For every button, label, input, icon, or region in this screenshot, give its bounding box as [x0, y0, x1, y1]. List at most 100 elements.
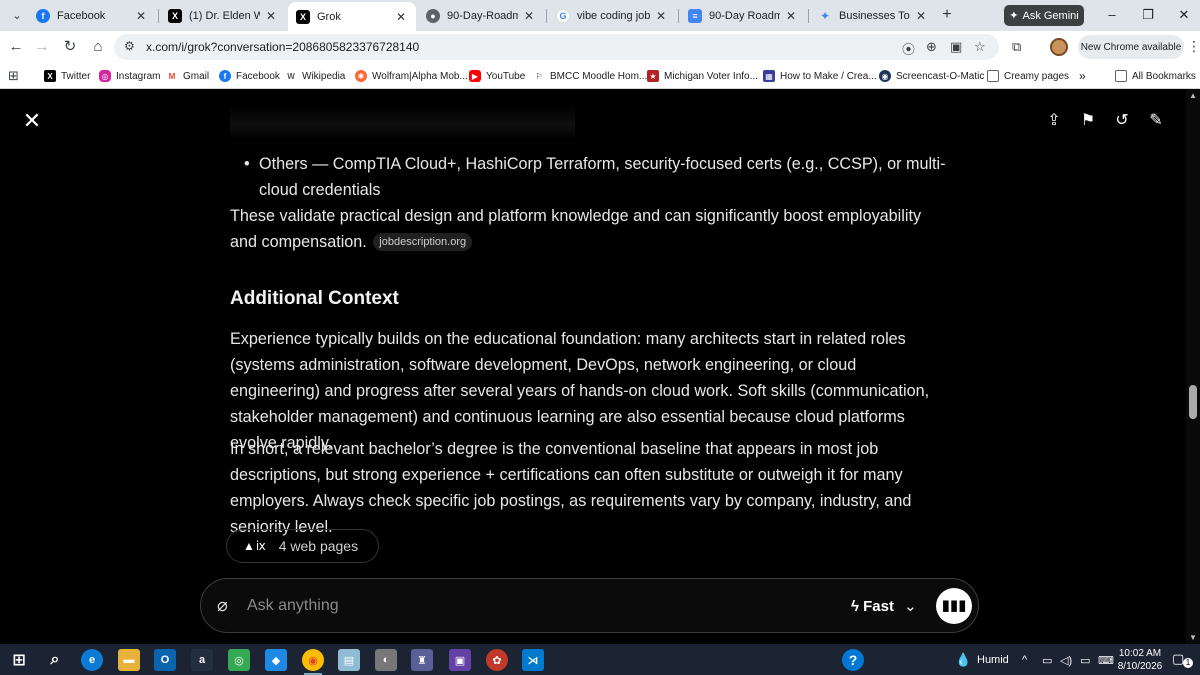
attach-icon[interactable]: ⌀ [217, 595, 228, 616]
app-icon-2[interactable]: ◐ [375, 649, 397, 671]
tripadvisor-icon[interactable]: ◎ [228, 649, 250, 671]
scroll-down-icon[interactable]: ▼ [1189, 633, 1197, 642]
wolframalpha-icon: ✱ [355, 70, 367, 82]
michigan-icon: ★ [647, 70, 659, 82]
close-tab-icon[interactable]: ✕ [394, 10, 408, 24]
bookmark-wolframalpha[interactable]: ✱ Wolfram|Alpha Mob... [355, 67, 468, 85]
close-window-button[interactable]: ✕ [1174, 6, 1194, 24]
app-icon-4[interactable]: ▣ [449, 649, 471, 671]
app-icon[interactable]: ◆ [265, 649, 287, 671]
ask-input[interactable]: Ask anything [247, 597, 339, 615]
restore-button[interactable]: ❐ [1138, 6, 1158, 24]
close-tab-icon[interactable]: ✕ [264, 9, 278, 23]
list-item: Others — CompTIA Cloud+, HashiCorp Terra… [230, 151, 950, 203]
tab-docs-roadmap[interactable]: ≡ 90-Day Roadmap t ✕ [680, 4, 806, 28]
close-tab-icon[interactable]: ✕ [522, 9, 536, 23]
extensions-icon[interactable]: ⧉ [1012, 39, 1021, 55]
zoom-icon[interactable]: ⊕ [926, 39, 937, 55]
apps-grid-icon[interactable]: ⊞ [8, 67, 19, 85]
howto-icon: ▦ [763, 70, 775, 82]
chrome-menu-icon[interactable]: ⋮ [1187, 38, 1200, 55]
edge-icon[interactable]: e [81, 649, 103, 671]
close-tab-icon[interactable]: ✕ [134, 9, 148, 23]
bookmark-twitter[interactable]: X Twitter [44, 67, 90, 85]
battery-icon[interactable]: ▭ [1042, 654, 1052, 667]
tab-x-profile[interactable]: X (1) Dr. Elden Wayne ✕ [160, 4, 286, 28]
search-icon[interactable]: ⌕ [44, 649, 66, 671]
share-icon[interactable]: ⇪ [1044, 111, 1064, 131]
weather-text[interactable]: Humid [977, 654, 1009, 666]
x-icon: X [296, 9, 310, 24]
facebook-icon: f [219, 70, 231, 82]
tab-google-search[interactable]: G vibe coding jobs re ✕ [548, 4, 676, 28]
x-icon: X [168, 9, 182, 23]
scrollbar-track[interactable] [1186, 89, 1200, 644]
tab-github-roadmap[interactable]: ● 90-Day-Roadmap- ✕ [418, 4, 544, 28]
address-bar[interactable]: ⚙ x.com/i/grok?conversation=208680582337… [114, 34, 999, 60]
source-chip[interactable]: jobdescription.org [373, 233, 473, 251]
app-icon-5[interactable]: ✿ [486, 649, 508, 671]
more-bookmarks-icon[interactable]: » [1079, 67, 1086, 85]
bookmark-how-to-make[interactable]: ▦ How to Make / Crea... [763, 67, 877, 85]
chrome-icon[interactable]: ◉ [302, 649, 324, 675]
reload-button[interactable]: ↻ [60, 37, 80, 57]
outlook-icon[interactable]: O [154, 649, 176, 671]
edit-icon[interactable]: ✎ [1146, 111, 1166, 131]
new-chrome-available-button[interactable]: New Chrome available [1078, 35, 1184, 59]
system-clock[interactable]: 10:02 AM 8/10/2026 [1114, 647, 1166, 673]
all-bookmarks-folder[interactable]: All Bookmarks [1115, 67, 1196, 85]
forward-button[interactable]: → [32, 37, 52, 57]
sources-button[interactable]: ▲ⅸ 4 web pages [226, 529, 379, 563]
scrollbar-thumb[interactable] [1189, 385, 1197, 419]
minimize-button[interactable]: – [1102, 6, 1122, 24]
scroll-up-icon[interactable]: ▲ [1189, 91, 1197, 100]
bookmark-facebook[interactable]: f Facebook [219, 67, 280, 85]
bookmark-creamy-pages[interactable]: Creamy pages [987, 67, 1069, 85]
x-icon: X [44, 70, 56, 82]
mode-selector[interactable]: ϟ Fast ⌄ [851, 597, 917, 615]
home-button[interactable]: ⌂ [88, 37, 108, 57]
voice-mode-button[interactable]: ▮▮▮ [936, 588, 972, 624]
new-tab-button[interactable]: + [937, 5, 957, 25]
tab-search-chevron-icon[interactable]: ⌄ [6, 5, 28, 25]
url-text[interactable]: x.com/i/grok?conversation=20868058233767… [146, 40, 419, 54]
bookmark-gmail[interactable]: M Gmail [166, 67, 209, 85]
install-app-icon[interactable]: ▣ [950, 39, 962, 55]
volume-icon[interactable]: ◁) [1060, 654, 1072, 667]
source-favicons-icon: ▲ⅸ [243, 539, 267, 553]
location-icon[interactable]: ⦿ [902, 39, 915, 58]
file-explorer-icon[interactable]: ▬ [118, 649, 140, 671]
weather-icon[interactable]: 💧 [955, 652, 971, 668]
bookmark-youtube[interactable]: ▶ YouTube [469, 67, 525, 85]
back-button[interactable]: ← [6, 37, 26, 57]
bookmark-star-icon[interactable]: ☆ [974, 39, 986, 55]
site-info-icon[interactable]: ⚙ [124, 39, 135, 53]
profile-avatar[interactable] [1050, 38, 1068, 56]
tab-facebook[interactable]: f Facebook ✕ [28, 4, 156, 28]
bookmark-wikipedia[interactable]: W Wikipedia [285, 67, 345, 85]
app-icon-3[interactable]: ♜ [411, 649, 433, 671]
close-tab-icon[interactable]: ✕ [784, 9, 798, 23]
close-tab-icon[interactable]: ✕ [654, 9, 668, 23]
bookmark-screencast[interactable]: ◉ Screencast-O-Matic [879, 67, 984, 85]
help-icon[interactable]: ? [842, 649, 864, 671]
notepad-icon[interactable]: ▤ [338, 649, 360, 671]
windows-start-icon[interactable]: ⊞ [8, 649, 30, 671]
bookmark-michigan-voter[interactable]: ★ Michigan Voter Info... [647, 67, 758, 85]
bookmark-instagram[interactable]: ◎ Instagram [99, 67, 160, 85]
amazon-icon[interactable]: a [191, 649, 213, 671]
tab-grok[interactable]: X Grok ✕ [288, 2, 416, 31]
tab-gemini-businesses[interactable]: ✦ Businesses To Start ✕ [810, 4, 936, 28]
close-tab-icon[interactable]: ✕ [914, 9, 928, 23]
ask-input-box[interactable]: ⌀ Ask anything ϟ Fast ⌄ ▮▮▮ [200, 578, 979, 633]
history-icon[interactable]: ↺ [1112, 111, 1132, 131]
bookmark-icon[interactable]: ⚑ [1078, 111, 1098, 131]
tab-strip: ⌄ f Facebook ✕ X (1) Dr. Elden Wayne ✕ X… [0, 0, 1200, 31]
ask-gemini-button[interactable]: ✦ Ask Gemini [1004, 5, 1084, 26]
keyboard-icon[interactable]: ⌨ [1098, 654, 1114, 667]
network-icon[interactable]: ▭ [1080, 654, 1090, 667]
bookmark-bmcc-moodle[interactable]: ⚐ BMCC Moodle Hom... [533, 67, 647, 85]
vscode-icon[interactable]: ⋊ [522, 649, 544, 671]
tray-overflow-icon[interactable]: ^ [1022, 654, 1027, 666]
close-icon[interactable]: ✕ [22, 110, 42, 132]
